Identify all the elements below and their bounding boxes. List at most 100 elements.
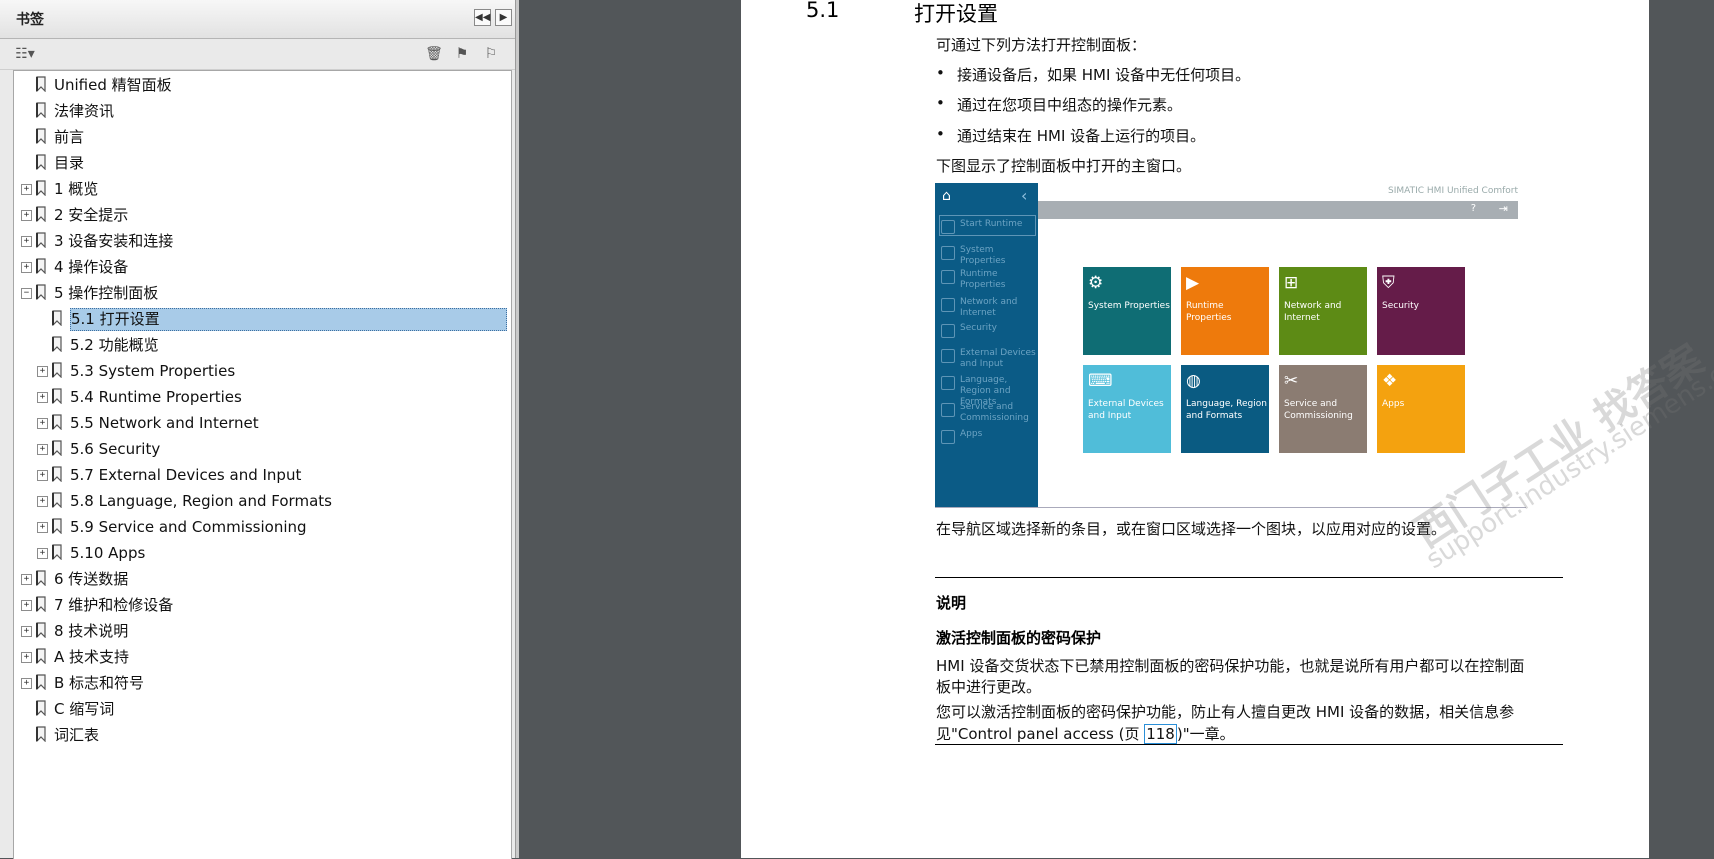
bookmark-item[interactable]: +5.3 System Properties: [14, 359, 509, 383]
options-menu-icon[interactable]: ☷▾: [12, 45, 38, 63]
bookmark-item[interactable]: +5.5 Network and Internet: [14, 411, 509, 435]
bookmark-label: 前言: [54, 128, 85, 146]
expand-icon[interactable]: +: [21, 652, 32, 663]
bookmark-item[interactable]: 目录: [14, 151, 509, 175]
bookmark-item[interactable]: +5.9 Service and Commissioning: [14, 515, 509, 539]
expand-icon[interactable]: +: [21, 600, 32, 611]
expand-icon[interactable]: +: [37, 444, 48, 455]
panel-arrow-icon[interactable]: ▶: [495, 9, 512, 26]
bookmark-label: 5 操作控制面板: [54, 284, 159, 302]
bookmark-icon: [36, 75, 46, 93]
nav-item-label: Start Runtime: [960, 219, 1023, 229]
bookmark-label: 法律资讯: [54, 102, 115, 120]
note-subtitle: 激活控制面板的密码保护: [936, 629, 1102, 647]
expand-icon[interactable]: +: [37, 366, 48, 377]
expand-icon[interactable]: +: [37, 496, 48, 507]
screenshot-topbar: ? ⇥: [1038, 201, 1518, 219]
nav-item-label: System Properties: [960, 245, 1006, 266]
bookmark-icon: [52, 387, 62, 405]
bookmark-item[interactable]: Unified 精智面板: [14, 73, 509, 97]
nav-item-icon: [941, 376, 955, 390]
note-ref-suffix: )"一章。: [1176, 725, 1235, 743]
bookmark-label: 5.7 External Devices and Input: [70, 466, 302, 484]
note-bottom-rule: [935, 744, 1563, 745]
bookmark-item[interactable]: +2 安全提示: [14, 203, 509, 227]
expand-icon[interactable]: +: [21, 262, 32, 273]
bookmark-label: A 技术支持: [54, 648, 130, 666]
bookmark-item[interactable]: 法律资讯: [14, 99, 509, 123]
bookmark-item[interactable]: +5.7 External Devices and Input: [14, 463, 509, 487]
expand-icon[interactable]: +: [21, 678, 32, 689]
after-figure-text: 在导航区域选择新的条目，或在窗口区域选择一个图块，以应用对应的设置。: [936, 520, 1447, 538]
expand-icon[interactable]: +: [21, 210, 32, 221]
tile-label: Service and Commissioning: [1284, 399, 1353, 421]
nav-item-label: Service and Commissioning: [960, 402, 1029, 423]
bookmark-label: 2 安全提示: [54, 206, 129, 224]
bookmark-item[interactable]: +5.8 Language, Region and Formats: [14, 489, 509, 513]
bookmark-label: 3 设备安装和连接: [54, 232, 174, 250]
intro-text: 可通过下列方法打开控制面板：: [936, 36, 1147, 54]
note-paragraph-1-cont: 板中进行更改。: [936, 678, 1042, 696]
bullet-item: 通过在您项目中组态的操作元素。: [957, 96, 1183, 114]
expand-icon[interactable]: +: [21, 574, 32, 585]
delete-icon[interactable]: 🗑: [425, 45, 443, 63]
bookmark-label: 5.10 Apps: [70, 544, 146, 562]
tile-icon: ◍: [1186, 371, 1201, 391]
expand-icon[interactable]: +: [37, 418, 48, 429]
new-bookmark-icon[interactable]: ⚑: [453, 45, 471, 63]
bookmark-item[interactable]: +6 传送数据: [14, 567, 509, 591]
bookmark-icon: [36, 673, 46, 691]
tile-label: External Devices and Input: [1088, 399, 1164, 421]
bookmark-label: 5.2 功能概览: [70, 336, 159, 354]
collapse-panel-icon[interactable]: ◀◀: [474, 9, 491, 26]
tile-icon: ❖: [1382, 371, 1398, 391]
expand-icon[interactable]: +: [37, 392, 48, 403]
bookmark-item[interactable]: +5.4 Runtime Properties: [14, 385, 509, 409]
bookmark-icon: [52, 439, 62, 457]
bookmark-icon: [36, 283, 46, 301]
nav-item-icon: [941, 220, 955, 234]
panel-splitter[interactable]: [516, 0, 519, 858]
bookmark-item[interactable]: 5.2 功能概览: [14, 333, 509, 357]
bookmark-item[interactable]: +8 技术说明: [14, 619, 509, 643]
bookmark-label: C 缩写词: [54, 700, 115, 718]
expand-icon[interactable]: +: [21, 236, 32, 247]
bookmark-item[interactable]: + B 标志和符号: [14, 671, 509, 695]
expand-icon[interactable]: +: [21, 184, 32, 195]
panel-header: 书签 ◀◀ ▶: [0, 0, 515, 39]
bookmark-item[interactable]: + A 技术支持: [14, 645, 509, 669]
bookmark-item[interactable]: +5.10 Apps: [14, 541, 509, 565]
bookmark-icon: [36, 231, 46, 249]
nav-item-icon: [941, 246, 955, 260]
expand-icon[interactable]: +: [37, 470, 48, 481]
bookmark-item[interactable]: +5.6 Security: [14, 437, 509, 461]
bookmark-icon: [36, 725, 46, 743]
page-link[interactable]: 118: [1144, 724, 1177, 744]
bookmark-item[interactable]: 前言: [14, 125, 509, 149]
bookmark-icon: [36, 699, 46, 717]
bookmark-item[interactable]: 5.1 打开设置: [14, 307, 509, 331]
bookmark-item[interactable]: C 缩写词: [14, 697, 509, 721]
tile-label: System Properties: [1088, 301, 1170, 311]
bookmark-item[interactable]: +4 操作设备: [14, 255, 509, 279]
exit-icon: ⇥: [1498, 202, 1508, 215]
bookmark-icon: [36, 205, 46, 223]
expand-icon[interactable]: +: [37, 522, 48, 533]
bookmark-icon: [52, 465, 62, 483]
bookmark-label: 5.3 System Properties: [70, 362, 236, 380]
bookmark-icon: [36, 153, 46, 171]
bookmark-item[interactable]: +3 设备安装和连接: [14, 229, 509, 253]
tile-icon: ⌨: [1088, 371, 1113, 391]
collapse-icon[interactable]: −: [21, 288, 32, 299]
bookmark-item[interactable]: − 5 操作控制面板: [14, 281, 509, 305]
panel-toolbar: ☷▾ 🗑 ⚑ ⚐: [0, 39, 515, 70]
bookmark-item[interactable]: +1 概览: [14, 177, 509, 201]
bullet-item: 通过结束在 HMI 设备上运行的项目。: [957, 127, 1206, 145]
bookmark-item[interactable]: 词汇表: [14, 723, 509, 747]
tile: ❖ Apps: [1377, 365, 1465, 453]
bookmark-label: 目录: [54, 154, 85, 172]
bookmark-item[interactable]: +7 维护和检修设备: [14, 593, 509, 617]
expand-icon[interactable]: +: [21, 626, 32, 637]
expand-icon[interactable]: +: [37, 548, 48, 559]
bookmark-properties-icon[interactable]: ⚐: [482, 45, 500, 63]
